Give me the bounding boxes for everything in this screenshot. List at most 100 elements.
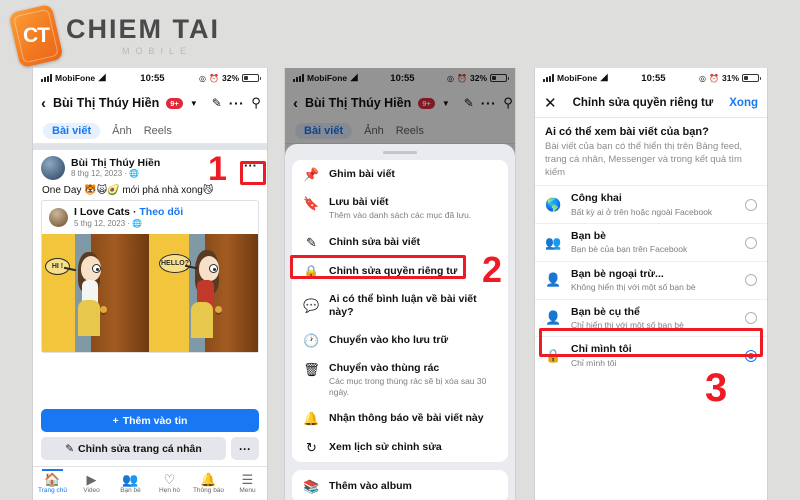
menu-item-add-to-album[interactable]: 📚 Thêm vào album: [292, 470, 508, 500]
profile-name: Bùi Thị Thúy Hiền: [53, 96, 160, 110]
tabbar-item-home[interactable]: 🏠 Trang chủ: [33, 469, 72, 494]
location-icon: ◎: [699, 73, 707, 83]
tabbar-item-menu[interactable]: ☰ Menu: [228, 473, 267, 494]
back-chevron-icon[interactable]: ‹: [41, 95, 46, 112]
annotation-number-1: 1: [208, 150, 227, 188]
menu-item-label: Thêm vào album: [329, 480, 412, 493]
post-more-icon[interactable]: ···: [244, 158, 257, 173]
alarm-icon: ⏰: [209, 73, 219, 83]
status-left: MobiFone ◢: [41, 73, 106, 83]
menu-item-who-can-comment[interactable]: 💬 Ai có thể bình luận về bài viết này?: [292, 286, 508, 326]
menu-item-label: Ghim bài viết: [329, 167, 395, 180]
menu-icon: ☰: [241, 472, 254, 487]
comic-panel-right: HELLO?: [149, 233, 258, 352]
privacy-option-friends-except[interactable]: 👤 Bạn bè ngoại trừ... Không hiển thị với…: [535, 260, 767, 299]
privacy-option-specific-friends[interactable]: 👤 Bạn bè cụ thể Chỉ hiển thị với một số …: [535, 298, 767, 337]
status-left: MobiFone ◢: [543, 73, 608, 83]
bell-icon: 🔔: [200, 472, 217, 487]
tab-reels[interactable]: Reels: [144, 125, 172, 137]
sheet-grabber[interactable]: [383, 151, 417, 154]
friends-except-icon: 👤: [545, 272, 562, 288]
archive-clock-icon: 🕐: [303, 333, 320, 348]
profile-more-button[interactable]: ···: [231, 437, 259, 460]
globe-icon: 🌎: [545, 196, 562, 212]
friends-icon: 👥: [122, 472, 139, 487]
avatar[interactable]: [41, 156, 65, 180]
radio-button[interactable]: [745, 198, 757, 211]
tabbar-item-notifications[interactable]: 🔔 Thông báo: [189, 473, 228, 494]
globe-icon: 🌐: [129, 169, 140, 179]
person-icon: 👤: [545, 310, 562, 326]
done-button[interactable]: Xong: [729, 97, 758, 109]
menu-item-archive[interactable]: 🕐 Chuyển vào kho lưu trữ: [292, 326, 508, 355]
radio-button[interactable]: [745, 312, 757, 325]
edit-profile-button[interactable]: ✎ Chỉnh sửa trang cá nhân: [41, 437, 226, 460]
comic-speech-bubble: HELLO?: [159, 253, 191, 273]
status-clock: 10:55: [641, 72, 666, 84]
logo-phone-icon: CT: [8, 3, 64, 69]
menu-item-edit-privacy[interactable]: 🔒 Chỉnh sửa quyền riêng tư: [292, 257, 508, 286]
dating-icon: ♡: [163, 472, 176, 487]
battery-percent: 32%: [221, 73, 239, 83]
signal-bars-icon: [543, 74, 554, 82]
post-image-comic[interactable]: HI ! HELLO?: [42, 233, 258, 352]
shared-page-name[interactable]: I Love Cats: [74, 206, 130, 218]
privacy-option-friends[interactable]: 👥 Bạn bè Bạn bè của bạn trên Facebook: [535, 223, 767, 261]
tab-photos[interactable]: Ảnh: [112, 125, 132, 137]
page-title: Chỉnh sửa quyền riêng tư: [572, 96, 714, 109]
radio-button[interactable]: [745, 236, 757, 249]
profile-actions: + Thêm vào tin ✎ Chỉnh sửa trang cá nhân…: [33, 403, 267, 460]
notification-badge: 9+: [166, 97, 183, 109]
chevron-down-icon[interactable]: ▼: [190, 99, 198, 108]
battery-icon: [742, 73, 761, 83]
add-to-story-label: Thêm vào tin: [122, 414, 188, 427]
pencil-icon[interactable]: ✎: [212, 96, 222, 110]
comic-speech-bubble: HI !: [45, 257, 70, 275]
post-card: Bùi Thị Thúy Hiền 8 thg 12, 2023 · 🌐 ···…: [33, 150, 267, 353]
comic-doorknob: [215, 305, 222, 313]
avatar[interactable]: [49, 207, 68, 227]
close-icon[interactable]: ✕: [544, 94, 557, 112]
status-bar: MobiFone ◢ 10:55 ◎ ⏰ 31%: [535, 68, 767, 88]
add-to-story-button[interactable]: + Thêm vào tin: [41, 409, 259, 432]
menu-item-label: Chỉnh sửa bài viết: [329, 235, 421, 248]
wifi-icon: ◢: [98, 72, 106, 83]
radio-button-selected[interactable]: [745, 349, 757, 362]
privacy-option-only-me[interactable]: 🔒 Chỉ mình tôi Chỉ mình tôi: [535, 336, 767, 374]
menu-item-save[interactable]: 🔖 Lưu bài viết Thêm vào danh sách các mụ…: [292, 189, 508, 228]
tabbar-label-home: Trang chủ: [37, 487, 68, 494]
ellipsis-icon[interactable]: ···: [229, 95, 245, 111]
tab-posts[interactable]: Bài viết: [43, 122, 101, 139]
menu-item-pin[interactable]: 📌 Ghim bài viết: [292, 160, 508, 189]
menu-item-edit-history[interactable]: ↻ Xem lịch sử chỉnh sửa: [292, 433, 508, 462]
home-icon: 🏠: [44, 472, 61, 487]
tabbar-item-dating[interactable]: ♡ Hẹn hò: [150, 473, 189, 494]
tabbar-item-video[interactable]: ▶ Video: [72, 473, 111, 494]
carrier-label: MobiFone: [55, 73, 96, 83]
pin-icon: 📌: [303, 167, 320, 182]
menu-item-notifications[interactable]: 🔔 Nhận thông báo về bài viết này: [292, 404, 508, 433]
status-right: ◎ ⏰ 32%: [199, 73, 261, 83]
tabbar-item-friends[interactable]: 👥 Bạn bè: [111, 473, 150, 494]
privacy-option-label: Bạn bè: [571, 230, 607, 243]
tabbar-label-dating: Hẹn hò: [159, 487, 180, 494]
shared-post-date: 5 thg 12, 2023 ·: [74, 218, 133, 228]
menu-item-label: Nhận thông báo về bài viết này: [329, 412, 484, 425]
battery-icon: [242, 73, 261, 83]
menu-item-label: Chuyển vào kho lưu trữ: [329, 333, 449, 346]
menu-item-edit-post[interactable]: ✎ Chỉnh sửa bài viết: [292, 228, 508, 257]
phone-screenshot-3: MobiFone ◢ 10:55 ◎ ⏰ 31% ✕ Chỉnh sửa quy…: [534, 68, 768, 500]
comic-doorknob: [100, 305, 107, 313]
carrier-label: MobiFone: [557, 73, 598, 83]
follow-link[interactable]: Theo dõi: [139, 206, 183, 218]
tabbar-label-notifications: Thông báo: [192, 487, 225, 494]
search-icon[interactable]: ⚲: [251, 95, 261, 111]
radio-button[interactable]: [745, 274, 757, 287]
shared-post-meta: 5 thg 12, 2023 · 🌐: [74, 219, 183, 229]
privacy-option-label: Chỉ mình tôi: [571, 343, 632, 356]
privacy-option-public[interactable]: 🌎 Công khai Bất kỳ ai ở trên hoặc ngoài …: [535, 185, 767, 223]
menu-item-trash[interactable]: 🗑 Chuyển vào thùng rác Các mục trong thù…: [292, 355, 508, 404]
history-icon: ↻: [306, 440, 317, 456]
sheet-group-main: 📌 Ghim bài viết 🔖 Lưu bài viết Thêm vào …: [292, 160, 508, 463]
logo-subtitle: MOBILE: [122, 46, 193, 56]
